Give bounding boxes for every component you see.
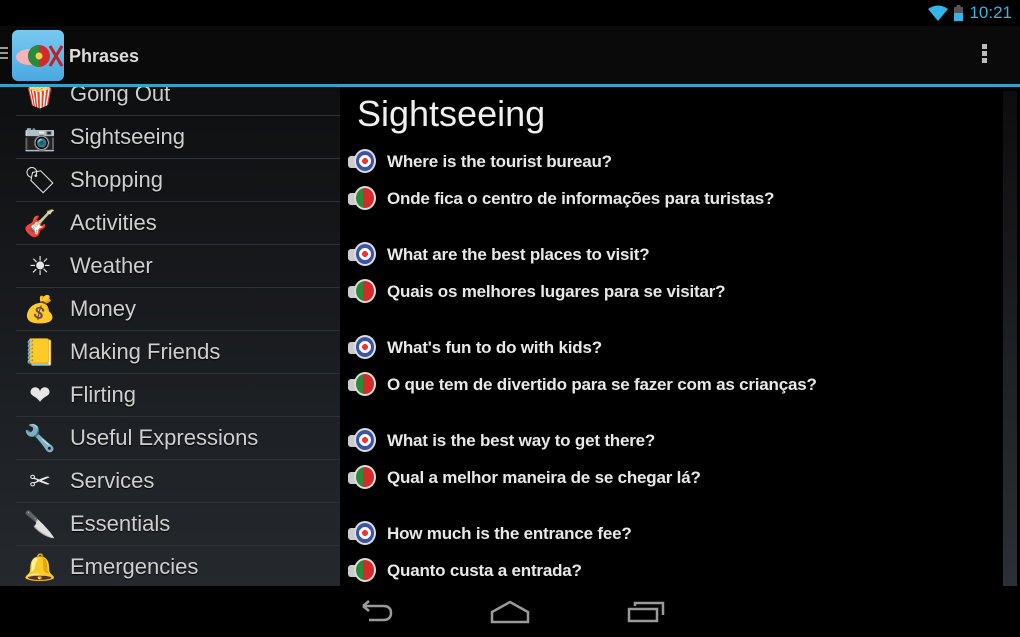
back-icon[interactable] xyxy=(355,598,395,628)
pocket-knife-icon: 🔪 xyxy=(23,508,57,539)
sidebar-item-activities[interactable]: 🎸 Activities xyxy=(16,202,340,245)
recents-icon[interactable] xyxy=(627,598,667,628)
category-drawer[interactable]: 🍿 Going Out 📷 Sightseeing 🏷 Shopping 🎸 Activiti… xyxy=(0,87,340,586)
phrase-text: Where is the tourist bureau? xyxy=(387,152,612,171)
phrase-text: What's fun to do with kids? xyxy=(387,338,602,357)
sidebar-item-label: Shopping xyxy=(70,167,163,192)
phrase-portuguese[interactable]: Quais os melhores lugares para se visita… xyxy=(348,278,726,306)
phrase-english[interactable]: What's fun to do with kids? xyxy=(348,334,602,362)
phrase-portuguese[interactable]: Quanto custa a entrada? xyxy=(348,557,582,585)
sidebar-item-label: Flirting xyxy=(70,382,137,407)
guitar-icon: 🎸 xyxy=(23,207,57,238)
sidebar-item-label: Money xyxy=(70,296,137,321)
phrase-portuguese[interactable]: O que tem de divertido para se fazer com… xyxy=(348,371,817,399)
camera-icon: 📷 xyxy=(23,121,57,152)
sidebar-item-money[interactable]: 💰 Money xyxy=(16,288,340,331)
scissors-icon: ✂ xyxy=(29,465,51,496)
play-portuguese-audio-icon[interactable] xyxy=(348,278,378,306)
overflow-menu-icon[interactable] xyxy=(982,44,988,65)
heart-icon: ❤ xyxy=(29,379,51,410)
play-portuguese-audio-icon[interactable] xyxy=(348,371,378,399)
play-portuguese-audio-icon[interactable] xyxy=(348,557,378,585)
wifi-icon xyxy=(928,5,949,21)
sidebar-item-shopping[interactable]: 🏷 Shopping xyxy=(16,159,340,202)
phrase-text: How much is the entrance fee? xyxy=(387,524,632,543)
sidebar-item-label: Sightseeing xyxy=(70,124,185,149)
phrase-text: O que tem de divertido para se fazer com… xyxy=(387,375,817,394)
phrase-english[interactable]: Where is the tourist bureau? xyxy=(348,148,612,176)
phrase-text: Qual a melhor maneira de se chegar lá? xyxy=(387,468,701,487)
phrase-english[interactable]: What is the best way to get there? xyxy=(348,427,655,455)
scrollbar[interactable] xyxy=(1003,91,1017,586)
address-book-icon: 📒 xyxy=(23,336,57,367)
popcorn-icon: 🍿 xyxy=(23,87,57,109)
sidebar-item-label: Activities xyxy=(70,210,157,235)
play-english-audio-icon[interactable] xyxy=(348,520,378,548)
phrase-portuguese[interactable]: Qual a melhor maneira de se chegar lá? xyxy=(348,464,701,492)
phrase-text: Onde fica o centro de informações para t… xyxy=(387,189,775,208)
phrase-text: Quanto custa a entrada? xyxy=(387,561,582,580)
phrase-english[interactable]: How much is the entrance fee? xyxy=(348,520,632,548)
sidebar-item-flirting[interactable]: ❤ Flirting xyxy=(16,374,340,417)
money-icon: 💰 xyxy=(23,293,57,324)
play-portuguese-audio-icon[interactable] xyxy=(348,464,378,492)
sidebar-item-label: Weather xyxy=(70,253,153,278)
play-english-audio-icon[interactable] xyxy=(348,427,378,455)
clock: 10:21 xyxy=(969,3,1012,22)
tools-icon: 🔧 xyxy=(23,422,57,453)
sidebar-item-weather[interactable]: ☀ Weather xyxy=(16,245,340,288)
tags-icon: 🏷 xyxy=(23,164,57,195)
app-title: Phrases xyxy=(69,46,140,66)
sidebar-item-essentials[interactable]: 🔪 Essentials xyxy=(16,503,340,546)
sidebar-item-useful-expressions[interactable]: 🔧 Useful Expressions xyxy=(16,417,340,460)
action-bar xyxy=(0,26,1020,84)
phrase-text: What is the best way to get there? xyxy=(387,431,656,450)
drawer-icon[interactable] xyxy=(0,47,8,63)
sun-icon: ☀ xyxy=(28,250,52,281)
play-english-audio-icon[interactable] xyxy=(348,241,378,269)
play-english-audio-icon[interactable] xyxy=(348,334,378,362)
status-bar: 10:21 xyxy=(0,0,1020,26)
battery-icon xyxy=(954,5,964,21)
phrase-list: Sightseeing Where is the tourist bureau?… xyxy=(340,87,975,586)
phrase-portuguese[interactable]: Onde fica o centro de informações para t… xyxy=(348,185,774,213)
play-english-audio-icon[interactable] xyxy=(348,148,378,176)
sidebar-item-label: Making Friends xyxy=(70,339,221,364)
sidebar-item-services[interactable]: ✂ Services xyxy=(16,460,340,503)
sidebar-item-making-friends[interactable]: 📒 Making Friends xyxy=(16,331,340,374)
sidebar-item-sightseeing[interactable]: 📷 Sightseeing xyxy=(16,116,340,159)
phrase-text: Quais os melhores lugares para se visita… xyxy=(387,282,726,301)
phrase-english[interactable]: What are the best places to visit? xyxy=(348,241,650,269)
app-logo[interactable] xyxy=(12,30,64,81)
home-icon[interactable] xyxy=(489,598,531,628)
sidebar-item-label: Going Out xyxy=(70,87,171,106)
sidebar-item-emergencies[interactable]: 🔔 Emergencies xyxy=(16,546,340,586)
play-portuguese-audio-icon[interactable] xyxy=(348,185,378,213)
page-title: Sightseeing xyxy=(357,93,546,134)
sidebar-item-going-out[interactable]: 🍿 Going Out xyxy=(16,87,340,116)
sidebar-item-label: Useful Expressions xyxy=(70,425,259,450)
sidebar-item-label: Emergencies xyxy=(70,554,199,579)
alarm-bell-icon: 🔔 xyxy=(23,551,57,582)
phrase-text: What are the best places to visit? xyxy=(387,245,650,264)
sidebar-item-label: Essentials xyxy=(70,511,171,536)
sidebar-item-label: Services xyxy=(70,468,155,493)
